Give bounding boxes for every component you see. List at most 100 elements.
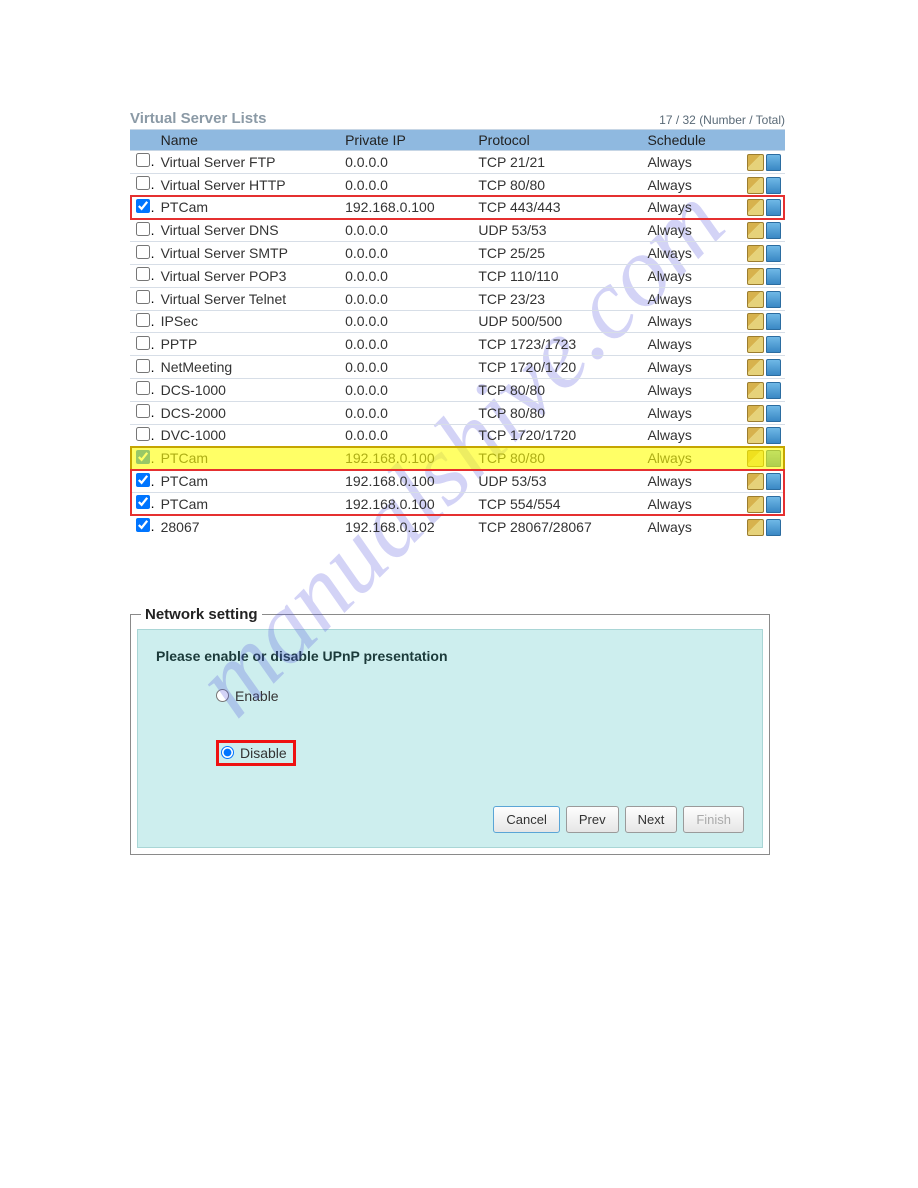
delete-icon[interactable] — [766, 199, 781, 216]
row-checkbox[interactable] — [136, 381, 150, 395]
cell-schedule: Always — [641, 264, 733, 287]
cell-schedule: Always — [641, 196, 733, 219]
row-checkbox[interactable] — [136, 473, 150, 487]
option-enable[interactable]: Enable — [216, 688, 744, 704]
edit-icon[interactable] — [747, 291, 764, 308]
table-row: PTCam192.168.0.100TCP 443/443Always — [130, 196, 785, 219]
col-ip: Private IP — [339, 130, 472, 151]
cell-protocol: TCP 80/80 — [472, 447, 641, 470]
cell-schedule: Always — [641, 333, 733, 356]
delete-icon[interactable] — [766, 245, 781, 262]
edit-icon[interactable] — [747, 473, 764, 490]
delete-icon[interactable] — [766, 359, 781, 376]
cell-protocol: TCP 110/110 — [472, 264, 641, 287]
row-checkbox[interactable] — [136, 222, 150, 236]
cell-ip: 0.0.0.0 — [339, 173, 472, 196]
delete-icon[interactable] — [766, 427, 781, 444]
edit-icon[interactable] — [747, 359, 764, 376]
cell-ip: 192.168.0.100 — [339, 196, 472, 219]
edit-icon[interactable] — [747, 177, 764, 194]
cancel-button[interactable]: Cancel — [493, 806, 559, 833]
edit-icon[interactable] — [747, 405, 764, 422]
row-checkbox[interactable] — [136, 450, 150, 464]
option-disable[interactable]: Disable — [216, 740, 296, 766]
cell-protocol: UDP 53/53 — [472, 219, 641, 242]
edit-icon[interactable] — [747, 154, 764, 171]
row-checkbox[interactable] — [136, 518, 150, 532]
cell-protocol: TCP 28067/28067 — [472, 515, 641, 537]
network-setting-panel: Network setting Please enable or disable… — [130, 606, 770, 855]
delete-icon[interactable] — [766, 382, 781, 399]
edit-icon[interactable] — [747, 222, 764, 239]
row-checkbox[interactable] — [136, 427, 150, 441]
delete-icon[interactable] — [766, 473, 781, 490]
row-checkbox[interactable] — [136, 290, 150, 304]
row-checkbox[interactable] — [136, 245, 150, 259]
row-checkbox[interactable] — [136, 176, 150, 190]
edit-icon[interactable] — [747, 427, 764, 444]
edit-icon[interactable] — [747, 496, 764, 513]
cell-ip: 0.0.0.0 — [339, 401, 472, 424]
edit-icon[interactable] — [747, 268, 764, 285]
virtual-server-section: Virtual Server Lists 17 / 32 (Number / T… — [130, 110, 785, 538]
delete-icon[interactable] — [766, 496, 781, 513]
cell-protocol: TCP 554/554 — [472, 492, 641, 515]
row-checkbox[interactable] — [136, 404, 150, 418]
cell-ip: 192.168.0.100 — [339, 492, 472, 515]
edit-icon[interactable] — [747, 199, 764, 216]
delete-icon[interactable] — [766, 405, 781, 422]
delete-icon[interactable] — [766, 313, 781, 330]
cell-name: IPSec — [155, 310, 340, 333]
next-button[interactable]: Next — [625, 806, 678, 833]
delete-icon[interactable] — [766, 336, 781, 353]
cell-name: DCS-1000 — [155, 378, 340, 401]
cell-schedule: Always — [641, 173, 733, 196]
cell-name: Virtual Server SMTP — [155, 242, 340, 265]
cell-schedule: Always — [641, 151, 733, 174]
table-row: Virtual Server Telnet0.0.0.0TCP 23/23Alw… — [130, 287, 785, 310]
table-row: 28067192.168.0.102TCP 28067/28067Always — [130, 515, 785, 537]
prev-button[interactable]: Prev — [566, 806, 619, 833]
edit-icon[interactable] — [747, 382, 764, 399]
row-checkbox[interactable] — [136, 313, 150, 327]
virtual-server-table: Name Private IP Protocol Schedule Virtua… — [130, 129, 785, 538]
edit-icon[interactable] — [747, 245, 764, 262]
row-checkbox[interactable] — [136, 336, 150, 350]
col-checkbox — [130, 130, 155, 151]
edit-icon[interactable] — [747, 519, 764, 536]
cell-name: Virtual Server Telnet — [155, 287, 340, 310]
radio-disable[interactable] — [221, 746, 234, 759]
radio-enable[interactable] — [216, 689, 229, 702]
cell-name: Virtual Server POP3 — [155, 264, 340, 287]
cell-ip: 0.0.0.0 — [339, 310, 472, 333]
delete-icon[interactable] — [766, 222, 781, 239]
table-row: Virtual Server FTP0.0.0.0TCP 21/21Always — [130, 151, 785, 174]
cell-schedule: Always — [641, 219, 733, 242]
row-checkbox[interactable] — [136, 153, 150, 167]
delete-icon[interactable] — [766, 519, 781, 536]
row-checkbox[interactable] — [136, 495, 150, 509]
cell-schedule: Always — [641, 447, 733, 470]
cell-schedule: Always — [641, 287, 733, 310]
delete-icon[interactable] — [766, 268, 781, 285]
delete-icon[interactable] — [766, 291, 781, 308]
delete-icon[interactable] — [766, 154, 781, 171]
panel-legend: Network setting — [141, 606, 262, 623]
cell-name: PTCam — [155, 447, 340, 470]
cell-protocol: TCP 25/25 — [472, 242, 641, 265]
edit-icon[interactable] — [747, 313, 764, 330]
cell-name: DCS-2000 — [155, 401, 340, 424]
row-checkbox[interactable] — [136, 199, 150, 213]
section-title: Virtual Server Lists — [130, 110, 266, 127]
delete-icon[interactable] — [766, 450, 781, 467]
cell-name: Virtual Server FTP — [155, 151, 340, 174]
delete-icon[interactable] — [766, 177, 781, 194]
table-row: PTCam192.168.0.100TCP 80/80Always — [130, 447, 785, 470]
table-row: PTCam192.168.0.100UDP 53/53Always — [130, 470, 785, 493]
row-checkbox[interactable] — [136, 267, 150, 281]
edit-icon[interactable] — [747, 450, 764, 467]
table-row: PPTP0.0.0.0TCP 1723/1723Always — [130, 333, 785, 356]
cell-protocol: UDP 53/53 — [472, 470, 641, 493]
row-checkbox[interactable] — [136, 359, 150, 373]
edit-icon[interactable] — [747, 336, 764, 353]
